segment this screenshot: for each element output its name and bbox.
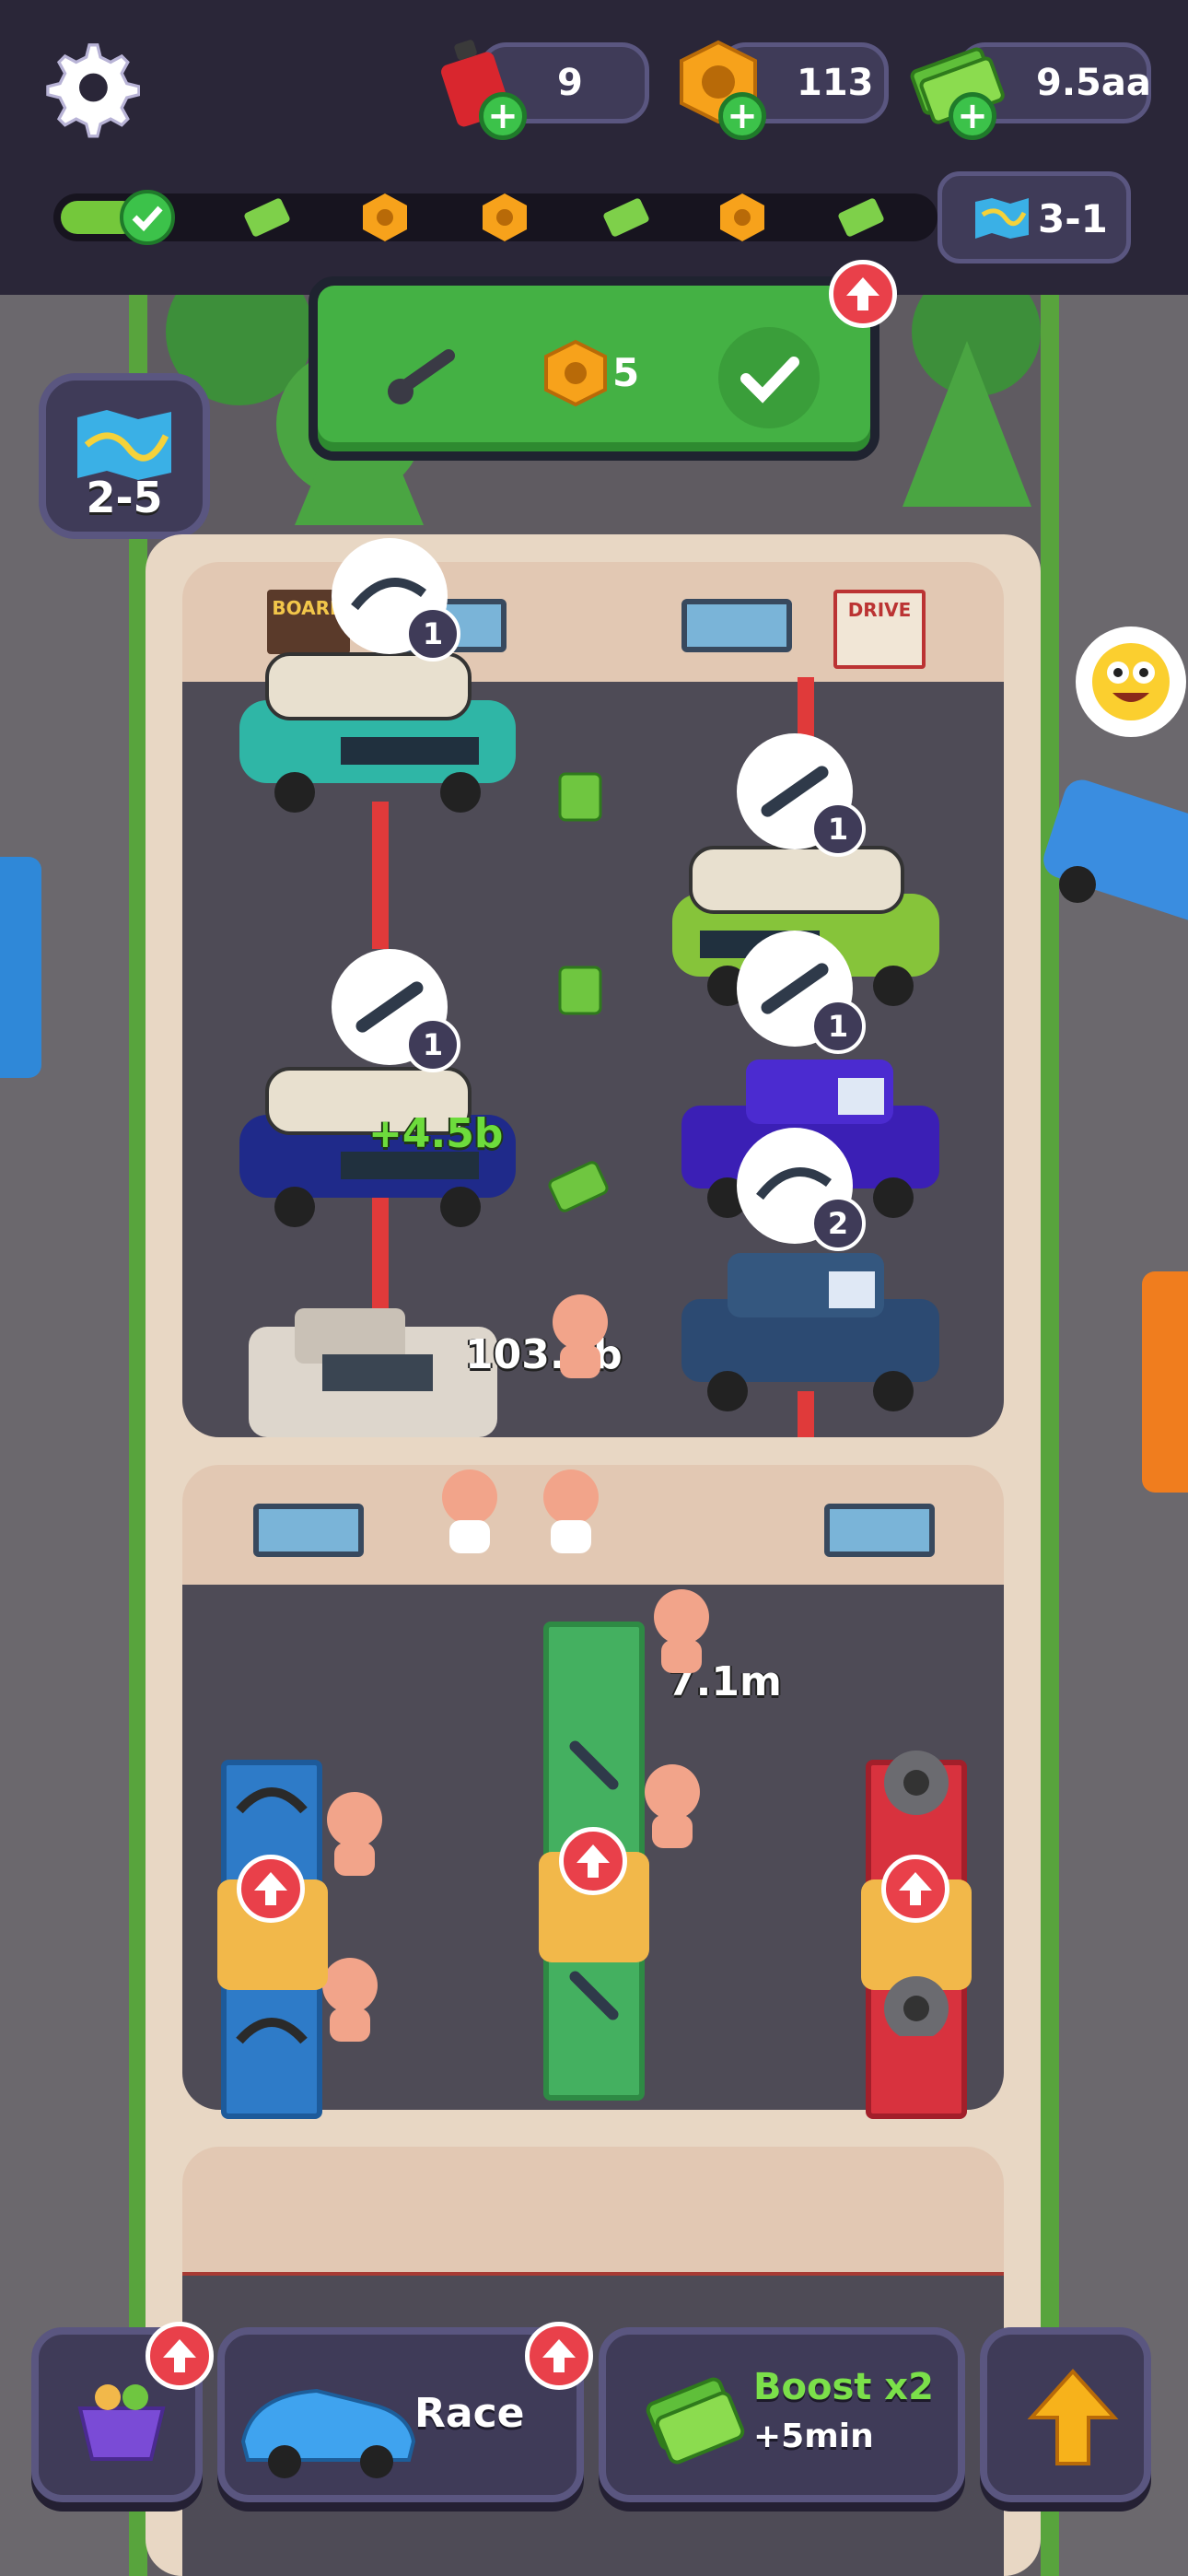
car-orange-right-road — [1142, 1271, 1188, 1493]
left-road — [0, 295, 129, 2576]
settings-gear-icon[interactable] — [39, 37, 140, 138]
window — [681, 599, 792, 652]
task-banner[interactable]: 5 — [309, 276, 879, 461]
milestone-check-icon — [120, 190, 175, 245]
earn-popup: +4.5b — [368, 1110, 504, 1157]
add-fuel-button[interactable]: + — [479, 92, 527, 140]
arrow-up-icon — [542, 2339, 576, 2372]
repair-bubble[interactable]: 1 — [332, 949, 460, 1072]
belt-parts-icons — [236, 1787, 308, 2044]
car-blue-arriving[interactable] — [1041, 755, 1188, 940]
lift-post — [372, 802, 389, 949]
world-map-button[interactable]: 2-5 — [39, 373, 210, 539]
window — [253, 1504, 364, 1557]
map-icon — [975, 198, 1029, 239]
race-label: Race — [414, 2390, 525, 2437]
worker — [543, 1469, 599, 1553]
right-grass — [1041, 295, 1059, 2576]
milestone-cash-icon — [244, 198, 290, 237]
car-blue-left-road — [0, 857, 41, 1078]
repair-bubble[interactable]: 1 — [737, 733, 866, 857]
task-upgrade-badge[interactable] — [829, 260, 897, 328]
progress-milestones — [120, 190, 884, 245]
top-hud: 9 + 113 + 9.5aa + 3-1 — [0, 0, 1188, 295]
car-teal-van[interactable] — [230, 636, 525, 820]
boost-button[interactable]: Boost x2 +5min — [599, 2327, 965, 2502]
race-alert-badge[interactable] — [525, 2322, 593, 2390]
window — [824, 1504, 935, 1557]
map-icon — [77, 410, 171, 480]
car-dark-blue-sedan[interactable] — [672, 1244, 949, 1419]
worker — [553, 1294, 608, 1378]
arrow-up-icon — [577, 1844, 610, 1878]
wrench-rack-upgrade-button[interactable] — [559, 1827, 627, 1895]
repair-bubble[interactable]: 1 — [737, 931, 866, 1054]
nut-icon — [544, 339, 607, 407]
task-reward-count: 5 — [612, 350, 640, 395]
milestone-nut-icon — [363, 193, 407, 241]
upgrade-button[interactable] — [980, 2327, 1151, 2502]
milestone-cash-icon — [603, 198, 649, 237]
cash-pickup-icon[interactable] — [553, 958, 608, 1023]
repair-bubble[interactable]: 1 — [332, 538, 460, 662]
arrow-up-icon — [1027, 2369, 1119, 2465]
cash-pickup-icon[interactable] — [553, 765, 608, 829]
customer-happy-bubble — [1076, 626, 1186, 737]
checkmark-icon — [740, 357, 799, 404]
repair-bubble[interactable]: 2 — [737, 1128, 866, 1251]
milestone-nut-icon — [720, 193, 764, 241]
worker — [442, 1469, 497, 1553]
happy-face-icon — [1092, 643, 1170, 720]
add-nuts-button[interactable]: + — [718, 92, 766, 140]
arrow-up-icon — [846, 277, 879, 310]
belt-rack-upgrade-button[interactable] — [237, 1855, 305, 1923]
arrow-up-icon — [899, 1872, 932, 1905]
turbo-rack-upgrade-button[interactable] — [881, 1855, 949, 1923]
shop-alert-badge[interactable] — [146, 2322, 214, 2390]
left-grass — [129, 295, 147, 2576]
milestone-nut-icon — [483, 193, 527, 241]
cash-pickup-icon[interactable] — [543, 1161, 617, 1216]
worker — [645, 1764, 700, 1848]
add-cash-button[interactable]: + — [949, 92, 996, 140]
boost-label: Boost x2 — [753, 2366, 934, 2408]
boost-duration-label: +5min — [753, 2418, 874, 2455]
cash-stack-icon — [646, 2377, 745, 2465]
wrench-icon — [388, 349, 456, 404]
poster-right: DRIVE — [833, 590, 926, 669]
milestone-cash-icon — [838, 198, 884, 237]
race-car-icon — [240, 2388, 416, 2478]
worker — [327, 1792, 382, 1876]
lower-room-wall — [182, 2147, 1004, 2285]
task-complete-button[interactable] — [718, 327, 820, 428]
current-level-button[interactable]: 3-1 — [938, 171, 1131, 263]
worker — [654, 1589, 709, 1673]
arrow-up-icon — [254, 1872, 287, 1905]
arrow-up-icon — [163, 2339, 196, 2372]
